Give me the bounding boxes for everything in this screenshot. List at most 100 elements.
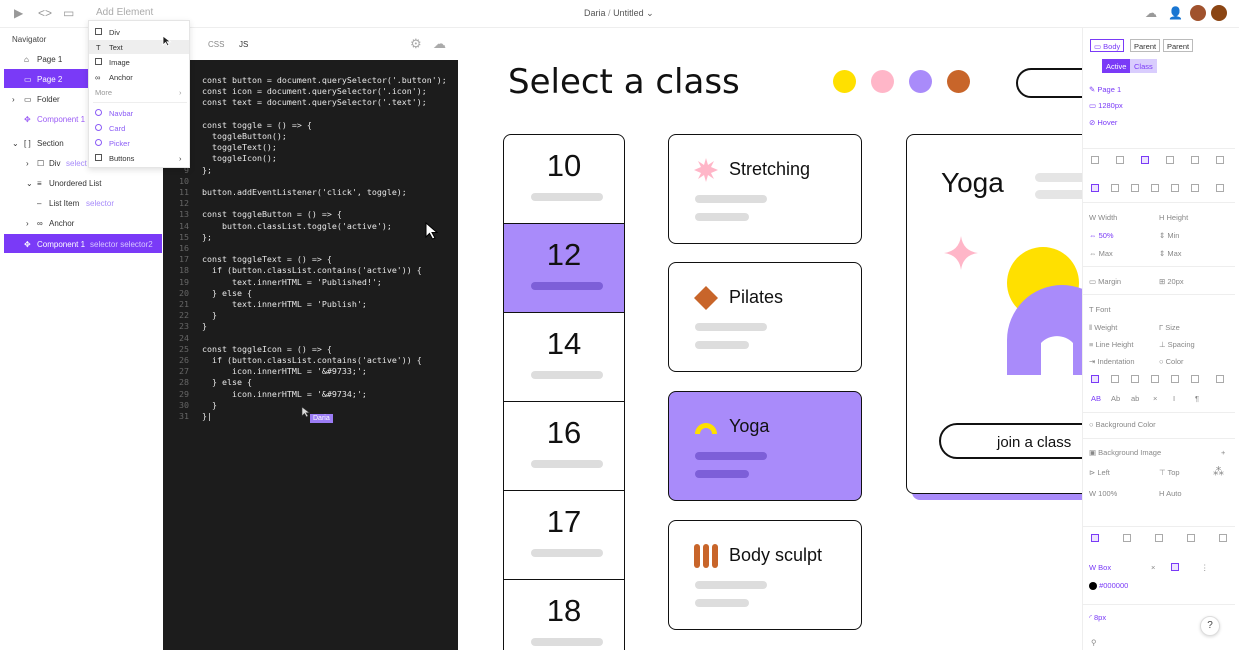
width-field[interactable]: W Width [1089,213,1117,222]
max-width-field[interactable]: ⇔ Max [1089,249,1113,258]
state-class-button[interactable]: Class [1130,59,1157,73]
tab-parent[interactable]: Parent [1130,39,1161,52]
date-cell[interactable]: 14 [504,313,624,402]
date-cell-active[interactable]: 12 [504,224,624,313]
margin-value-field[interactable]: ⊞ 20px [1159,277,1184,286]
text-align-left-icon[interactable] [1091,375,1099,383]
join-class-button[interactable]: join a class [939,423,1082,459]
align-icon[interactable] [1151,184,1159,192]
more-icon[interactable]: ⋮ [1201,563,1209,572]
bg-left-field[interactable]: ⊳ Left [1089,468,1110,477]
text-justify-icon[interactable] [1151,375,1159,383]
background-image-field[interactable]: ▣ Background Image [1089,448,1161,457]
text-align-right-icon[interactable] [1131,375,1139,383]
design-canvas[interactable]: Select a class 10 12 14 16 17 18 Stretch… [458,28,1082,650]
project-title[interactable]: Daria / Untitled ⌄ [584,8,654,19]
hover-selector[interactable]: ⊘ Hover [1089,118,1117,127]
tab-parent[interactable]: Parent [1163,39,1194,52]
class-card-pilates[interactable]: Pilates [668,262,862,372]
play-icon[interactable]: ▶ [14,6,23,20]
chevron-right-icon[interactable]: › [26,159,29,168]
nav-item-unordered-list[interactable]: ⌄ ≡ Unordered List [4,173,162,192]
gear-icon[interactable]: ⚙ [410,36,422,52]
nav-item-list-item[interactable]: – List Item selector [4,193,162,212]
class-card-yoga[interactable]: Yoga [668,391,862,501]
layout-icon[interactable] [1091,156,1099,164]
book-icon[interactable]: ▭ [63,6,74,20]
layout-icon[interactable] [1141,156,1149,164]
pill-button[interactable] [1016,68,1082,98]
text-align-center-icon[interactable] [1111,375,1119,383]
layout-icon[interactable] [1166,156,1174,164]
indentation-field[interactable]: ⇥ Indentation [1089,357,1135,366]
state-active-button[interactable]: Active [1102,59,1131,73]
align-icon[interactable] [1131,184,1139,192]
dropdown-item-picker[interactable]: Picker [89,136,189,150]
border-all-icon[interactable] [1091,534,1099,542]
dropdown-item-navbar[interactable]: Navbar [89,106,189,120]
breakpoint-selector[interactable]: ▭ 1280px [1089,101,1123,110]
layout-icon[interactable] [1191,156,1199,164]
height-field[interactable]: H Height [1159,213,1188,222]
border-style-icon[interactable] [1171,563,1179,571]
lowercase-button[interactable]: ab [1131,394,1139,403]
chevron-right-icon[interactable]: › [26,219,29,228]
italic-icon[interactable]: I [1173,394,1175,403]
width-value-field[interactable]: ⇔ 50% [1089,231,1114,240]
margin-field[interactable]: ▭ Margin [1089,277,1121,286]
date-cell[interactable]: 16 [504,402,624,491]
color-field[interactable]: ○ Color [1159,357,1184,366]
dropdown-item-buttons[interactable]: Buttons › [89,151,189,165]
bg-height-field[interactable]: H Auto [1159,489,1182,498]
weight-field[interactable]: ‖ Weight [1089,323,1117,332]
date-cell[interactable]: 18 [504,580,624,650]
chevron-down-icon[interactable]: ⌄ [12,139,19,148]
class-card-stretching[interactable]: Stretching [668,134,862,244]
nav-item-component-1-selected[interactable]: ✥ Component 1 selector selector2 [4,234,162,253]
tab-body[interactable]: ▭ Body [1090,39,1125,52]
uppercase-button[interactable]: AB [1091,394,1101,403]
border-side-icon[interactable] [1187,534,1195,542]
search-icon[interactable]: ⚲ [1091,638,1097,647]
align-icon[interactable] [1171,184,1179,192]
strikethrough-icon[interactable] [1191,375,1199,383]
border-side-icon[interactable] [1219,534,1227,542]
tab-js[interactable]: JS [239,40,248,49]
chevron-down-icon[interactable]: ⌄ [646,8,654,18]
max-height-field[interactable]: ⇕ Max [1159,249,1182,258]
chevron-right-icon[interactable]: › [12,95,15,104]
dropdown-item-text[interactable]: T Text [89,40,189,54]
underline-icon[interactable] [1171,375,1179,383]
min-field[interactable]: ⇕ Min [1159,231,1179,240]
add-element-input[interactable]: Add Element [96,7,153,18]
chevron-down-icon[interactable]: ⌄ [26,179,33,188]
code-icon[interactable]: <> [38,6,52,20]
line-height-field[interactable]: ≡ Line Height [1089,340,1133,349]
dropdown-item-more[interactable]: More › [89,85,189,99]
tab-css[interactable]: CSS [208,40,224,49]
avatar[interactable] [1211,5,1227,21]
capitalize-button[interactable]: Ab [1111,394,1120,403]
date-cell[interactable]: 10 [504,135,624,224]
border-color-field[interactable]: #000000 [1089,581,1128,591]
layout-icon[interactable] [1116,156,1124,164]
help-button[interactable]: ? [1200,616,1220,636]
align-icon[interactable] [1191,184,1199,192]
layout-icon[interactable] [1216,156,1224,164]
size-field[interactable]: Γ Size [1159,323,1180,332]
paragraph-icon[interactable]: ¶ [1195,394,1199,403]
page-selector[interactable]: ✎ Page 1 [1089,85,1121,94]
position-grid-icon[interactable]: ⁂ [1213,465,1224,478]
add-user-icon[interactable]: 👤 [1168,6,1183,20]
border-side-icon[interactable] [1155,534,1163,542]
plus-icon[interactable]: + [1221,448,1225,457]
spacing-field[interactable]: ⊥ Spacing [1159,340,1195,349]
background-color-field[interactable]: ○ Background Color [1089,420,1156,429]
bg-top-field[interactable]: ⊤ Top [1159,468,1180,477]
code-editor[interactable]: 1const button = document.querySelector('… [163,60,458,650]
align-icon[interactable] [1111,184,1119,192]
avatar[interactable] [1190,5,1206,21]
dropdown-item-anchor[interactable]: ∞ Anchor [89,70,189,84]
nav-item-anchor[interactable]: › ∞ Anchor [4,213,162,232]
bg-width-field[interactable]: W 100% [1089,489,1117,498]
